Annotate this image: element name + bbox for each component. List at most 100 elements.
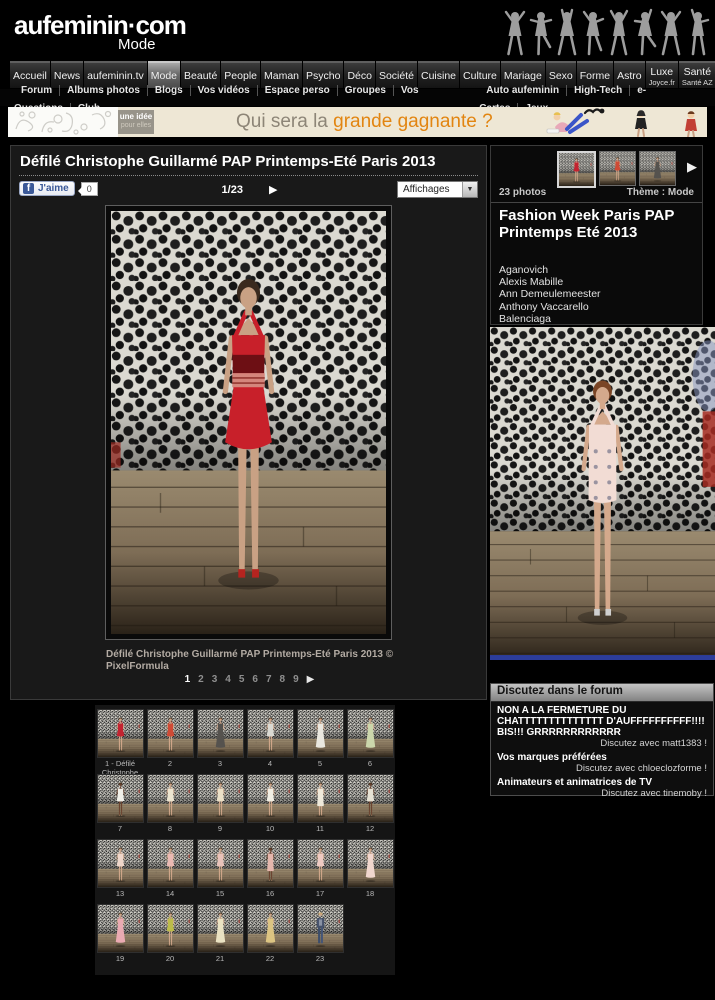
dancing-women-graphic xyxy=(503,6,711,58)
grid-thumbnail-10[interactable] xyxy=(247,774,294,823)
views-dropdown[interactable]: Affichages▼ xyxy=(397,181,478,198)
designer-link-ann-demeulemeester[interactable]: Ann Demeulemeester xyxy=(499,288,601,300)
grid-thumbnail-18[interactable] xyxy=(347,839,394,888)
album-thumbnail-2[interactable] xyxy=(599,151,636,186)
thumbnail-label: 14 xyxy=(145,890,195,899)
subnav-item-vos-vid-os[interactable]: Vos vidéos xyxy=(191,85,258,96)
page-link-2[interactable]: 2 xyxy=(198,674,204,685)
grid-cell: 15 xyxy=(195,838,245,903)
photo-position-bar: 1/23 ▶ xyxy=(106,183,393,196)
subnav-item-blogs[interactable]: Blogs xyxy=(148,85,191,96)
forum-topic-link[interactable]: Discutez avec matt1383 ! xyxy=(497,739,707,749)
forum-topics: NON A LA FERMETURE DU CHATTTTTTTTTTTTTT … xyxy=(491,702,713,799)
like-button-label: J'aime xyxy=(38,183,69,194)
grid-thumbnail-6[interactable] xyxy=(347,709,394,758)
page-link-9[interactable]: 9 xyxy=(293,674,299,685)
banner-question: Qui sera la grande gagnante ? xyxy=(236,111,493,133)
grid-cell: 16 xyxy=(245,838,295,903)
grid-cell: 21 xyxy=(195,903,245,968)
grid-thumbnail-22[interactable] xyxy=(247,904,294,953)
grid-thumbnail-15[interactable] xyxy=(197,839,244,888)
forum-topic-title[interactable]: Vos marques préférées xyxy=(497,752,707,763)
designer-link-alexis-mabille[interactable]: Alexis Mabille xyxy=(499,276,601,288)
grid-thumbnail-9[interactable] xyxy=(197,774,244,823)
next-page-arrow[interactable]: ▶ xyxy=(307,674,315,685)
secondary-nav: ForumAlbums photosBlogsVos vidéosEspace … xyxy=(0,89,715,106)
subnav-item-forum[interactable]: Forum xyxy=(14,85,60,96)
grid-thumbnail-2[interactable] xyxy=(147,709,194,758)
grid-thumbnail-3[interactable] xyxy=(197,709,244,758)
site-logo-section: Mode xyxy=(118,36,156,53)
une-idee-badge: une idée pour elles xyxy=(118,110,154,134)
thumbnail-label: 19 xyxy=(95,955,145,964)
grid-cell: 18 xyxy=(345,838,395,903)
theme-label: Thème : Mode xyxy=(627,187,694,198)
grid-cell: 10 xyxy=(245,773,295,838)
grid-thumbnail-16[interactable] xyxy=(247,839,294,888)
banner-question-gray: Qui sera la xyxy=(236,111,328,132)
page-link-6[interactable]: 6 xyxy=(252,674,258,685)
badge-line1: une idée xyxy=(118,112,154,122)
like-button[interactable]: fJ'aime xyxy=(19,181,75,196)
ad-banner[interactable]: une idée pour elles Qui sera la grande g… xyxy=(8,107,707,137)
grid-cell: 2 xyxy=(145,708,195,773)
designer-link-anthony-vaccarello[interactable]: Anthony Vaccarello xyxy=(499,301,601,313)
subnav-item-auto-aufeminin[interactable]: Auto aufeminin xyxy=(479,85,567,96)
grid-thumbnail-17[interactable] xyxy=(297,839,344,888)
album-thumbnails xyxy=(557,151,676,188)
subnav-item-espace-perso[interactable]: Espace perso xyxy=(258,85,338,96)
forum-topic-title[interactable]: NON A LA FERMETURE DU CHATTTTTTTTTTTTTT … xyxy=(497,705,707,738)
divider xyxy=(491,202,702,203)
album-panel: ▶ 23 photos Thème : Mode Fashion Week Pa… xyxy=(490,145,703,325)
site-logo[interactable]: aufeminin·com xyxy=(14,10,186,41)
grid-cell: 5 xyxy=(295,708,345,773)
grid-thumbnail-4[interactable] xyxy=(247,709,294,758)
page-link-3[interactable]: 3 xyxy=(212,674,218,685)
next-photo-button[interactable]: ▶ xyxy=(269,184,277,196)
forum-topic-link[interactable]: Discutez avec tinemoby ! xyxy=(497,789,707,799)
grid-cell: 8 xyxy=(145,773,195,838)
grid-cell: 23 xyxy=(295,903,345,968)
slideshow-play-button[interactable]: ▶ xyxy=(687,159,697,175)
grid-thumbnail-23[interactable] xyxy=(297,904,344,953)
thumbnail-label: 13 xyxy=(95,890,145,899)
grid-thumbnail-21[interactable] xyxy=(197,904,244,953)
album-photo[interactable] xyxy=(490,327,715,660)
grid-thumbnail-5[interactable] xyxy=(297,709,344,758)
main-photo[interactable] xyxy=(105,205,392,640)
subnav-item-albums-photos[interactable]: Albums photos xyxy=(60,85,148,96)
photo-position: 1/23 xyxy=(222,184,243,196)
grid-thumbnail-1[interactable] xyxy=(97,709,144,758)
forum-topic-link[interactable]: Discutez avec chloeclozforme ! xyxy=(497,764,707,774)
like-count: 0 xyxy=(81,182,98,196)
page-link-5[interactable]: 5 xyxy=(239,674,245,685)
album-meta-row: 23 photos Thème : Mode xyxy=(499,187,694,198)
thumbnail-label: 17 xyxy=(295,890,345,899)
thumbnail-label: 3 xyxy=(195,760,245,769)
thumbnail-label: 22 xyxy=(245,955,295,964)
page-link-4[interactable]: 4 xyxy=(225,674,231,685)
grid-thumbnail-14[interactable] xyxy=(147,839,194,888)
album-title[interactable]: Fashion Week Paris PAP Printemps Eté 201… xyxy=(499,207,698,241)
page-link-8[interactable]: 8 xyxy=(280,674,286,685)
subnav-item-groupes[interactable]: Groupes xyxy=(338,85,394,96)
grid-thumbnail-7[interactable] xyxy=(97,774,144,823)
thumbnail-label: 2 xyxy=(145,760,195,769)
album-thumbnail-3[interactable] xyxy=(639,151,676,186)
grid-thumbnail-8[interactable] xyxy=(147,774,194,823)
banner-question-orange: grande gagnante ? xyxy=(333,111,493,132)
forum-topic-title[interactable]: Animateurs et animatrices de TV xyxy=(497,777,707,788)
grid-thumbnail-19[interactable] xyxy=(97,904,144,953)
designer-link-aganovich[interactable]: Aganovich xyxy=(499,264,601,276)
designer-link-balenciaga[interactable]: Balenciaga xyxy=(499,313,601,325)
page-link-1[interactable]: 1 xyxy=(185,674,191,685)
grid-thumbnail-12[interactable] xyxy=(347,774,394,823)
page-link-7[interactable]: 7 xyxy=(266,674,272,685)
grid-thumbnail-13[interactable] xyxy=(97,839,144,888)
subnav-item-high-tech[interactable]: High-Tech xyxy=(567,85,630,96)
grid-thumbnail-11[interactable] xyxy=(297,774,344,823)
site-header: aufeminin·com Mode xyxy=(0,0,715,60)
forum-header: Discutez dans le forum xyxy=(491,684,713,702)
album-thumbnail-1[interactable] xyxy=(557,151,596,188)
grid-thumbnail-20[interactable] xyxy=(147,904,194,953)
